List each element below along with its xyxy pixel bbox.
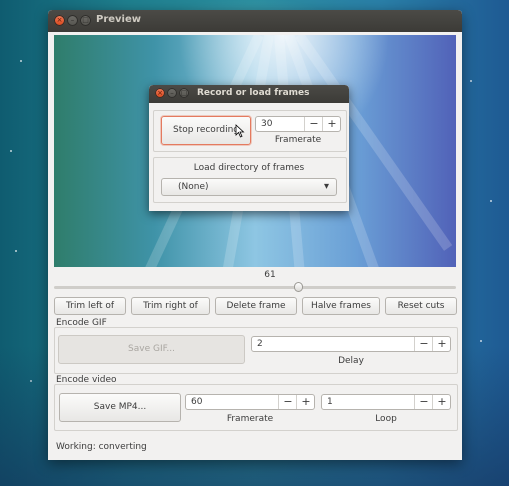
maximize-icon[interactable]: □ bbox=[80, 15, 91, 26]
directory-select[interactable]: (None) ▾ bbox=[161, 178, 337, 196]
loop-label: Loop bbox=[375, 414, 397, 424]
trim-left-button[interactable]: Trim left of bbox=[54, 297, 126, 315]
video-framerate-label: Framerate bbox=[226, 414, 274, 424]
delay-value: 2 bbox=[257, 339, 263, 349]
slider-value: 61 bbox=[264, 270, 276, 280]
record-dialog: × – □ Record or load frames Stop recordi… bbox=[149, 85, 349, 211]
dialog-framerate-spinner[interactable]: 30 − + bbox=[255, 116, 341, 132]
dialog-close-icon[interactable]: × bbox=[155, 88, 165, 98]
video-framerate-spinner[interactable]: 60 − + bbox=[185, 394, 315, 410]
load-directory-label: Load directory of frames bbox=[193, 163, 305, 173]
delay-label: Delay bbox=[338, 356, 364, 366]
halve-frames-button[interactable]: Halve frames bbox=[302, 297, 380, 315]
mouse-pointer-icon bbox=[235, 124, 245, 138]
loop-spinner[interactable]: 1 − + bbox=[321, 394, 451, 410]
dialog-framerate-decrement-button[interactable]: − bbox=[304, 117, 323, 131]
slider-handle[interactable] bbox=[294, 282, 303, 292]
loop-value: 1 bbox=[327, 397, 333, 407]
dialog-titlebar[interactable]: × – □ Record or load frames bbox=[149, 85, 349, 103]
chevron-down-icon: ▾ bbox=[323, 181, 329, 192]
minimize-icon[interactable]: – bbox=[67, 15, 78, 26]
frame-slider[interactable] bbox=[54, 286, 456, 289]
dialog-maximize-icon[interactable]: □ bbox=[179, 88, 189, 98]
video-framerate-increment-button[interactable]: + bbox=[296, 395, 315, 409]
dialog-minimize-icon[interactable]: – bbox=[167, 88, 177, 98]
window-titlebar[interactable]: × – □ Preview bbox=[48, 10, 462, 32]
save-mp4-button[interactable]: Save MP4... bbox=[59, 393, 181, 422]
dialog-framerate-value: 30 bbox=[261, 119, 273, 129]
dialog-framerate-label: Framerate bbox=[274, 135, 322, 145]
close-icon[interactable]: × bbox=[54, 15, 65, 26]
directory-select-value: (None) bbox=[178, 182, 209, 192]
delay-increment-button[interactable]: + bbox=[432, 337, 451, 351]
window-title: Preview bbox=[96, 14, 142, 25]
video-framerate-decrement-button[interactable]: − bbox=[278, 395, 297, 409]
reset-cuts-button[interactable]: Reset cuts bbox=[385, 297, 457, 315]
trim-right-button[interactable]: Trim right of bbox=[131, 297, 210, 315]
dialog-framerate-increment-button[interactable]: + bbox=[322, 117, 341, 131]
delete-frame-button[interactable]: Delete frame bbox=[215, 297, 297, 315]
loop-decrement-button[interactable]: − bbox=[414, 395, 433, 409]
save-gif-button[interactable]: Save GIF... bbox=[58, 335, 245, 364]
delay-decrement-button[interactable]: − bbox=[414, 337, 433, 351]
loop-increment-button[interactable]: + bbox=[432, 395, 451, 409]
delay-spinner[interactable]: 2 − + bbox=[251, 336, 451, 352]
status-text: Working: converting bbox=[56, 442, 147, 452]
preview-window: × – □ Preview 61 Trim left of Trim right… bbox=[48, 10, 462, 460]
video-framerate-value: 60 bbox=[191, 397, 203, 407]
dialog-title: Record or load frames bbox=[197, 88, 310, 98]
